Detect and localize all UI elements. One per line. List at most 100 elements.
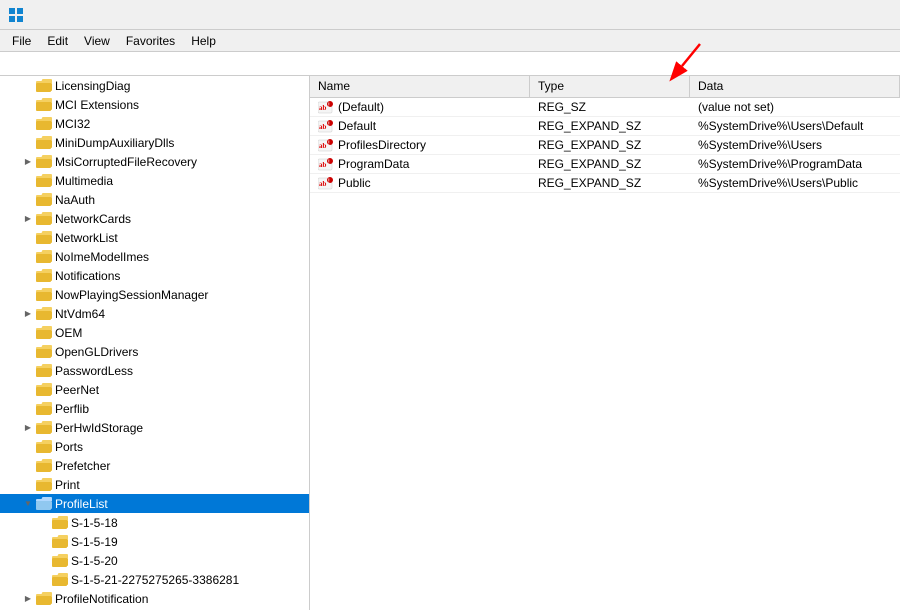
tree-item-noimemodelimes[interactable]: NoImeModelImes — [0, 247, 309, 266]
tree-item-s-1-5-20[interactable]: S-1-5-20 — [0, 551, 309, 570]
folder-icon — [36, 364, 52, 378]
folder-icon — [52, 573, 68, 587]
folder-icon — [36, 155, 52, 169]
tree-item-minidumpauxiliarydlls[interactable]: MiniDumpAuxiliaryDlls — [0, 133, 309, 152]
tree-item-naauth[interactable]: NaAuth — [0, 190, 309, 209]
tree-item-msicorruptedfilerecovery[interactable]: MsiCorruptedFileRecovery — [0, 152, 309, 171]
tree-label: Notifications — [55, 269, 120, 283]
right-panel: Name Type Data ab ! (Default)REG_SZ(valu… — [310, 76, 900, 610]
tree-item-s-1-5-19[interactable]: S-1-5-19 — [0, 532, 309, 551]
folder-icon — [36, 269, 52, 283]
expand-btn[interactable] — [20, 154, 36, 170]
tree-label: Ports — [55, 440, 83, 454]
tree-label: OpenGLDrivers — [55, 345, 138, 359]
tree-item-oem[interactable]: OEM — [0, 323, 309, 342]
folder-icon — [52, 516, 68, 530]
folder-icon — [36, 212, 52, 226]
tree-item-mci-extensions[interactable]: MCI Extensions — [0, 95, 309, 114]
expand-btn[interactable] — [20, 420, 36, 436]
tree-label: MiniDumpAuxiliaryDlls — [55, 136, 174, 150]
folder-icon — [36, 98, 52, 112]
svg-text:ab: ab — [319, 161, 327, 169]
table-row[interactable]: ab ! ProfilesDirectoryREG_EXPAND_SZ%Syst… — [310, 136, 900, 155]
tree-item-opengldrivers[interactable]: OpenGLDrivers — [0, 342, 309, 361]
title-bar-controls — [850, 5, 892, 25]
tree-item-perhwidstorage[interactable]: PerHwIdStorage — [0, 418, 309, 437]
tree-item-passwordless[interactable]: PasswordLess — [0, 361, 309, 380]
tree-item-ports[interactable]: Ports — [0, 437, 309, 456]
folder-icon — [36, 345, 52, 359]
tree-item-networklist[interactable]: NetworkList — [0, 228, 309, 247]
tree-label: NtVdm64 — [55, 307, 105, 321]
cell-name: ab ! ProgramData — [310, 155, 530, 173]
folder-icon — [36, 288, 52, 302]
tree-label: PeerNet — [55, 383, 99, 397]
table-row[interactable]: ab ! DefaultREG_EXPAND_SZ%SystemDrive%\U… — [310, 117, 900, 136]
tree-label: PerHwIdStorage — [55, 421, 143, 435]
folder-icon — [36, 497, 52, 511]
tree-label: Perflib — [55, 402, 89, 416]
tree-label: ProfileNotification — [55, 592, 148, 606]
cell-name: ab ! ProfilesDirectory — [310, 136, 530, 154]
folder-icon — [36, 136, 52, 150]
tree-item-perflib[interactable]: Perflib — [0, 399, 309, 418]
tree-label: S-1-5-18 — [71, 516, 118, 530]
folder-icon — [36, 193, 52, 207]
tree-item-notifications[interactable]: Notifications — [0, 266, 309, 285]
expand-btn[interactable] — [20, 496, 36, 512]
svg-text:ab: ab — [319, 123, 327, 131]
table-header: Name Type Data — [310, 76, 900, 98]
folder-icon — [36, 383, 52, 397]
folder-icon — [36, 79, 52, 93]
tree-label: MCI32 — [55, 117, 90, 131]
cell-type: REG_EXPAND_SZ — [530, 174, 690, 192]
col-header-data: Data — [690, 76, 900, 97]
tree-item-s-1-5-21[interactable]: S-1-5-21-2275275265-3386281 — [0, 570, 309, 589]
table-row[interactable]: ab ! PublicREG_EXPAND_SZ%SystemDrive%\Us… — [310, 174, 900, 193]
table-body: ab ! (Default)REG_SZ(value not set) ab !… — [310, 98, 900, 610]
tree-label: NoImeModelImes — [55, 250, 149, 264]
tree-panel[interactable]: LicensingDiag MCI Extensions MCI32 MiniD… — [0, 76, 310, 610]
cell-data: %SystemDrive%\Users\Public — [690, 174, 900, 192]
expand-btn[interactable] — [20, 591, 36, 607]
folder-icon — [36, 307, 52, 321]
expand-btn[interactable] — [20, 211, 36, 227]
close-button[interactable] — [872, 5, 892, 25]
folder-icon — [36, 421, 52, 435]
tree-item-profilenotification[interactable]: ProfileNotification — [0, 589, 309, 608]
tree-item-multimedia[interactable]: Multimedia — [0, 171, 309, 190]
red-arrow-annotation — [670, 44, 710, 74]
menu-item-help[interactable]: Help — [183, 32, 224, 50]
tree-label: NowPlayingSessionManager — [55, 288, 208, 302]
tree-label: PasswordLess — [55, 364, 133, 378]
col-header-type: Type — [530, 76, 690, 97]
folder-icon — [36, 250, 52, 264]
table-row[interactable]: ab ! ProgramDataREG_EXPAND_SZ%SystemDriv… — [310, 155, 900, 174]
minimize-button[interactable] — [850, 5, 870, 25]
tree-item-prefetcher[interactable]: Prefetcher — [0, 456, 309, 475]
menu-item-view[interactable]: View — [76, 32, 118, 50]
tree-label: MsiCorruptedFileRecovery — [55, 155, 197, 169]
cell-name: ab ! Public — [310, 174, 530, 192]
tree-item-licensingdiag[interactable]: LicensingDiag — [0, 76, 309, 95]
cell-data: %SystemDrive%\ProgramData — [690, 155, 900, 173]
tree-item-nowplayingsessionmanager[interactable]: NowPlayingSessionManager — [0, 285, 309, 304]
menu-bar: FileEditViewFavoritesHelp — [0, 30, 900, 52]
tree-item-profilelist[interactable]: ProfileList — [0, 494, 309, 513]
table-row[interactable]: ab ! (Default)REG_SZ(value not set) — [310, 98, 900, 117]
expand-btn[interactable] — [20, 306, 36, 322]
cell-type: REG_EXPAND_SZ — [530, 155, 690, 173]
menu-item-file[interactable]: File — [4, 32, 39, 50]
tree-item-peernet[interactable]: PeerNet — [0, 380, 309, 399]
folder-icon — [36, 326, 52, 340]
cell-name: ab ! Default — [310, 117, 530, 135]
tree-item-print[interactable]: Print — [0, 475, 309, 494]
tree-label: ProfileList — [55, 497, 108, 511]
tree-item-networkcards[interactable]: NetworkCards — [0, 209, 309, 228]
tree-item-s-1-5-18[interactable]: S-1-5-18 — [0, 513, 309, 532]
folder-icon — [36, 440, 52, 454]
tree-item-mci32[interactable]: MCI32 — [0, 114, 309, 133]
tree-item-ntvdm64[interactable]: NtVdm64 — [0, 304, 309, 323]
menu-item-edit[interactable]: Edit — [39, 32, 76, 50]
menu-item-favorites[interactable]: Favorites — [118, 32, 183, 50]
